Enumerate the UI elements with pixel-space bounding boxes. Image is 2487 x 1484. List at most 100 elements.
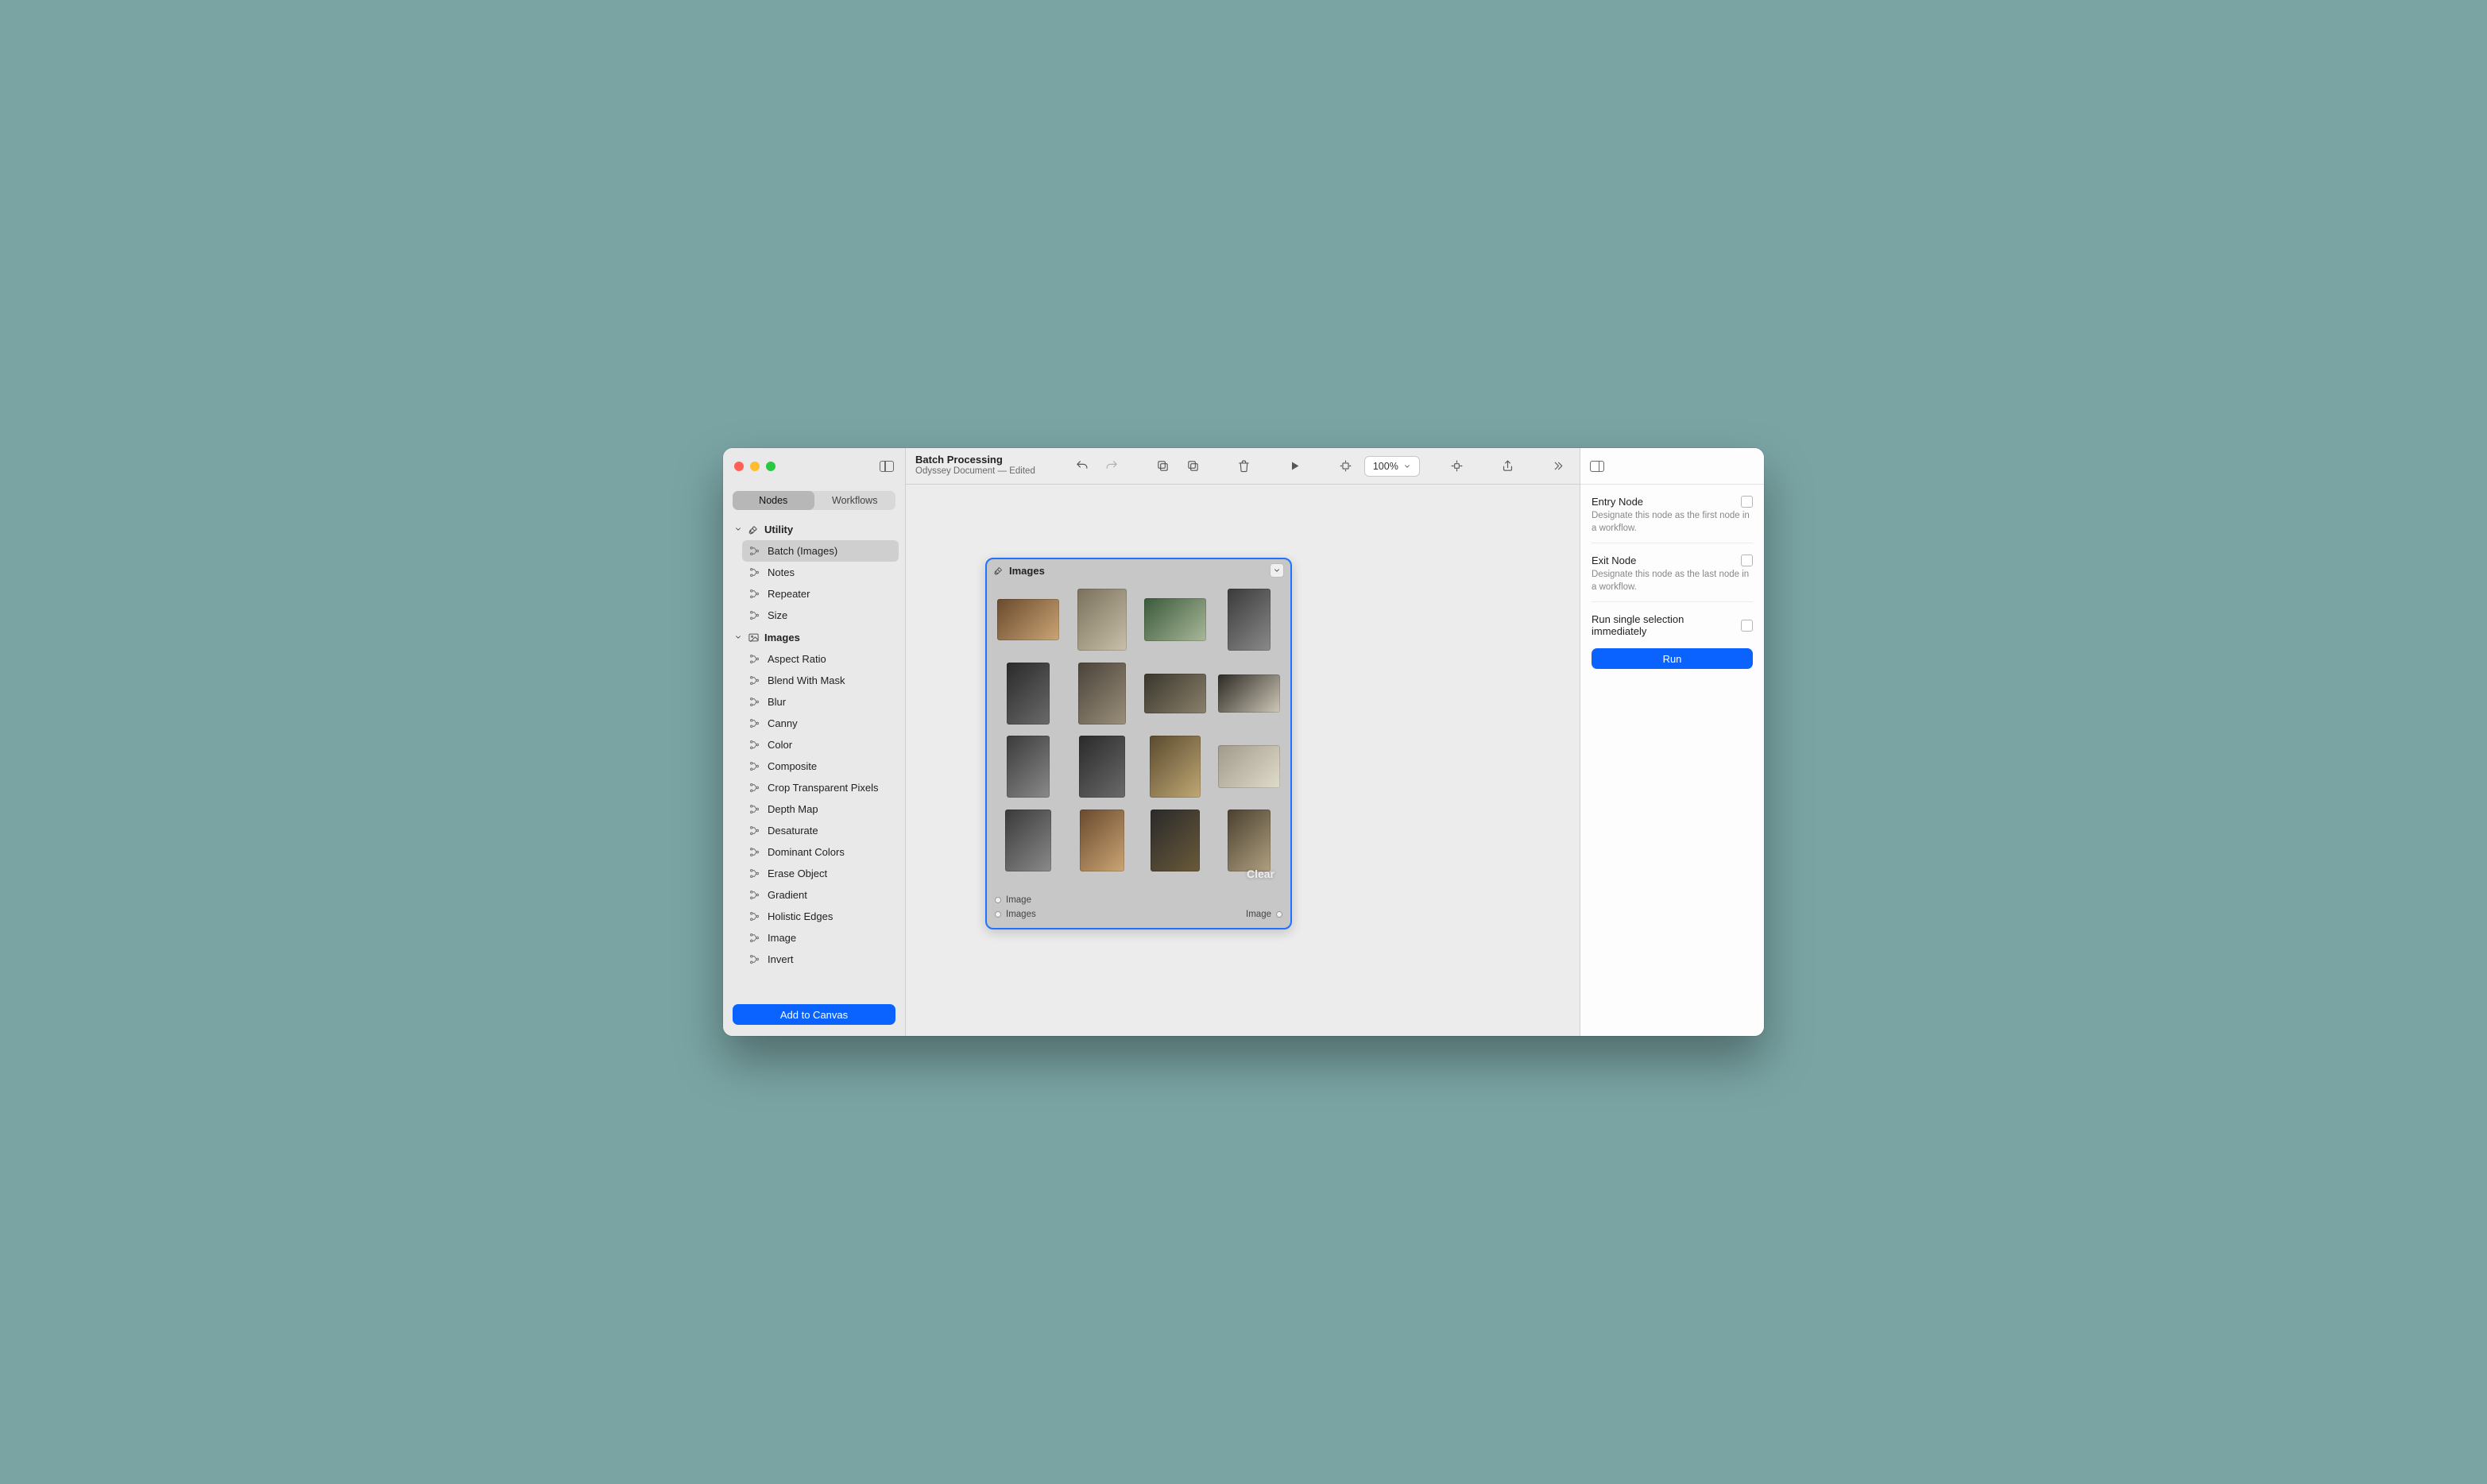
node-icon	[748, 846, 761, 858]
thumbnail-cell[interactable]	[1143, 809, 1208, 873]
thumbnail-image	[1078, 663, 1126, 725]
zoom-value: 100%	[1373, 461, 1398, 472]
port-dot-icon	[995, 897, 1001, 903]
tab-nodes[interactable]: Nodes	[733, 491, 814, 510]
redo-button[interactable]	[1100, 455, 1124, 477]
close-window-button[interactable]	[734, 462, 744, 471]
toggle-inspector-icon[interactable]	[1590, 461, 1604, 472]
delete-button[interactable]	[1232, 455, 1256, 477]
zoom-window-button[interactable]	[766, 462, 775, 471]
sidebar-item[interactable]: Gradient	[742, 884, 899, 906]
thumbnail-cell[interactable]	[1143, 588, 1208, 652]
sidebar-item[interactable]: Depth Map	[742, 798, 899, 820]
share-button[interactable]	[1495, 455, 1519, 477]
node-icon	[748, 782, 761, 794]
sidebar-item[interactable]: Notes	[742, 562, 899, 583]
sidebar-item-label: Holistic Edges	[768, 910, 833, 922]
thumbnail-cell[interactable]	[996, 588, 1061, 652]
sidebar-item-label: Blend With Mask	[768, 674, 845, 686]
sidebar-item[interactable]: Image	[742, 927, 899, 949]
sidebar-item[interactable]: Holistic Edges	[742, 906, 899, 927]
sidebar-item[interactable]: Aspect Ratio	[742, 648, 899, 670]
node-icon	[748, 696, 761, 708]
sidebar-item[interactable]: Color	[742, 734, 899, 756]
node-collapse-button[interactable]	[1270, 563, 1284, 578]
thumbnail-cell[interactable]	[996, 735, 1061, 799]
thumbnail-cell[interactable]	[1070, 735, 1135, 799]
undo-button[interactable]	[1070, 455, 1094, 477]
exit-node-field: Exit Node Designate this node as the las…	[1592, 555, 1753, 602]
sidebar-item[interactable]: Blend With Mask	[742, 670, 899, 691]
sidebar-item[interactable]: Dominant Colors	[742, 841, 899, 863]
group-header-utility[interactable]: Utility	[729, 518, 899, 540]
node-icon	[748, 739, 761, 751]
sidebar-item[interactable]: Crop Transparent Pixels	[742, 777, 899, 798]
run-button[interactable]: Run	[1592, 648, 1753, 669]
play-button[interactable]	[1283, 455, 1307, 477]
node-icon	[748, 803, 761, 815]
output-port-image-label[interactable]: Image	[1246, 910, 1271, 919]
thumbnail-cell[interactable]	[1217, 809, 1282, 873]
toggle-sidebar-icon[interactable]	[880, 461, 894, 472]
sidebar-item[interactable]: Erase Object	[742, 863, 899, 884]
sidebar-item[interactable]: Invert	[742, 949, 899, 970]
minimize-window-button[interactable]	[750, 462, 760, 471]
tab-workflows[interactable]: Workflows	[814, 491, 896, 510]
add-to-canvas-button[interactable]: Add to Canvas	[733, 1004, 895, 1025]
canvas[interactable]: Images Clear Image	[906, 485, 1580, 1036]
duplicate-button[interactable]	[1182, 455, 1205, 477]
thumbnail-image	[1228, 810, 1271, 871]
sidebar-item[interactable]: Desaturate	[742, 820, 899, 841]
expand-toolbar-button[interactable]	[1546, 455, 1570, 477]
thumbnail-cell[interactable]	[1143, 735, 1208, 799]
thumbnail-cell[interactable]	[996, 882, 1061, 888]
thumbnail-cell[interactable]	[1070, 882, 1135, 888]
entry-node-field: Entry Node Designate this node as the fi…	[1592, 496, 1753, 543]
input-port-images-label[interactable]: Images	[1006, 910, 1036, 919]
thumbnail-cell[interactable]	[1217, 588, 1282, 652]
node-header[interactable]: Images	[987, 559, 1290, 582]
thumbnail-grid-area[interactable]: Clear	[992, 582, 1286, 888]
sidebar-item-label: Composite	[768, 760, 817, 772]
sidebar-item[interactable]: Composite	[742, 756, 899, 777]
thumbnail-image	[1080, 810, 1124, 871]
input-port-image[interactable]: Image	[995, 893, 1282, 907]
exit-node-label: Exit Node	[1592, 555, 1636, 566]
thumbnail-image	[1144, 674, 1206, 713]
thumbnail-cell[interactable]	[1217, 735, 1282, 799]
center-button[interactable]	[1445, 455, 1468, 477]
run-selection-checkbox[interactable]	[1741, 620, 1753, 632]
document-subtitle: Odyssey Document — Edited	[915, 466, 1035, 477]
sidebar-tabs: Nodes Workflows	[733, 491, 895, 510]
thumbnail-cell[interactable]	[1143, 662, 1208, 726]
sidebar-item[interactable]: Blur	[742, 691, 899, 713]
sidebar-item[interactable]: Canny	[742, 713, 899, 734]
thumbnail-cell[interactable]	[1217, 882, 1282, 888]
thumbnail-cell[interactable]	[996, 662, 1061, 726]
group-label: Utility	[764, 524, 793, 535]
thumbnail-cell[interactable]	[1070, 809, 1135, 873]
node-icon	[748, 566, 761, 578]
fit-button[interactable]	[1334, 455, 1358, 477]
entry-node-checkbox[interactable]	[1741, 496, 1753, 508]
thumbnail-image	[1151, 810, 1200, 871]
sidebar-item[interactable]: Size	[742, 605, 899, 626]
sidebar-item[interactable]: Batch (Images)	[742, 540, 899, 562]
images-node[interactable]: Images Clear Image	[985, 558, 1292, 929]
copy-button[interactable]	[1151, 455, 1175, 477]
node-icon	[748, 717, 761, 729]
zoom-select[interactable]: 100%	[1364, 456, 1420, 477]
thumbnail-image	[1005, 810, 1051, 871]
sidebar-item[interactable]: Repeater	[742, 583, 899, 605]
clear-button[interactable]: Clear	[1247, 868, 1274, 880]
thumbnail-cell[interactable]	[1217, 662, 1282, 726]
thumbnail-cell[interactable]	[1070, 588, 1135, 652]
node-tree[interactable]: UtilityBatch (Images)NotesRepeaterSizeIm…	[723, 518, 905, 996]
sidebar-item-label: Color	[768, 739, 792, 751]
thumbnail-cell[interactable]	[1070, 662, 1135, 726]
thumbnail-cell[interactable]	[996, 809, 1061, 873]
exit-node-checkbox[interactable]	[1741, 555, 1753, 566]
thumbnail-cell[interactable]	[1143, 882, 1208, 888]
group-header-images[interactable]: Images	[729, 626, 899, 648]
document-titles: Batch Processing Odyssey Document — Edit…	[915, 454, 1035, 477]
